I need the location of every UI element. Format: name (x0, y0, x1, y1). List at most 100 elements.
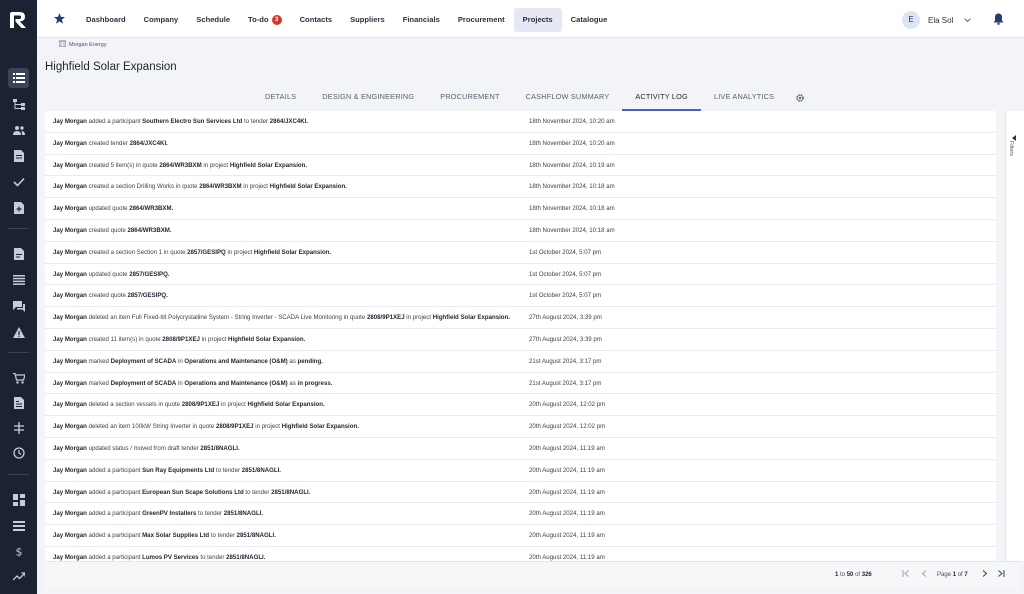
tab-live-analytics[interactable]: LIVE ANALYTICS (701, 85, 787, 111)
nav-label: Financials (402, 15, 440, 24)
tab-cashflow-summary[interactable]: CASHFLOW SUMMARY (513, 85, 623, 111)
log-message-highlight: Highfield Solar Expansion. (228, 336, 306, 343)
log-row: Jay Morgan created quote 2857/GESIPQ. 1st… (45, 285, 996, 308)
log-message-text: marked (86, 379, 111, 387)
sidebar-divider (8, 228, 29, 229)
log-message-highlight: Southern Electro Sun Services Ltd (142, 118, 243, 125)
nav-todo[interactable]: To-do 3 (239, 8, 291, 32)
log-message: Jay Morgan created quote 2857/GESIPQ. (53, 292, 513, 299)
nav-contacts[interactable]: Contacts (291, 8, 342, 32)
log-row: Jay Morgan created tender 2864/JXC4KI. 18… (45, 133, 996, 155)
gear-icon[interactable] (787, 85, 813, 111)
dollar-icon[interactable]: $ (8, 541, 29, 561)
filters-rail[interactable]: Filters (1005, 111, 1024, 561)
check-icon[interactable] (8, 172, 29, 192)
log-row: Jay Morgan deleted a section vessels in … (45, 394, 996, 417)
log-message-highlight: Jay Morgan (53, 423, 87, 431)
log-message-highlight: 2857/GESIPQ. (127, 292, 168, 300)
chat-icon[interactable] (8, 296, 29, 316)
star-icon[interactable] (54, 11, 65, 27)
file-icon[interactable] (8, 244, 29, 264)
log-timestamp: 1st October 2024, 5:07 pm (529, 292, 602, 300)
log-message-highlight: 2864/WR3BXM (199, 183, 242, 191)
people-icon[interactable] (8, 120, 29, 140)
trending-up-icon[interactable] (8, 566, 29, 586)
nav-projects[interactable]: Projects (513, 8, 562, 32)
page-title: Highfield Solar Expansion (45, 61, 177, 73)
adjust-icon[interactable] (8, 418, 29, 438)
breadcrumb-label: Morgan Energy (69, 41, 107, 48)
log-message-highlight: 2857/GESIPQ (187, 248, 226, 256)
nav-schedule[interactable]: Schedule (187, 8, 239, 32)
log-row: Jay Morgan deleted an item 100kW String … (45, 416, 996, 438)
tab-details[interactable]: DETAILS (252, 85, 309, 111)
log-message-highlight: Jay Morgan (53, 248, 87, 256)
log-message-highlight: Jay Morgan (53, 139, 87, 147)
log-message-highlight: Jay Morgan (53, 118, 87, 125)
nav-catalogue[interactable]: Catalogue (562, 8, 617, 32)
log-message-highlight: Jay Morgan (53, 314, 87, 322)
log-message-highlight: 2857/GESIPQ. (129, 270, 170, 278)
log-timestamp: 27th August 2024, 3:39 pm (529, 314, 602, 322)
list-icon[interactable] (8, 68, 29, 88)
filters-label[interactable]: Filters (1008, 141, 1014, 156)
log-row: Jay Morgan created a section Drilling Wo… (45, 176, 996, 199)
user-name: Ela Sol (928, 15, 954, 25)
tab-design-engineering[interactable]: DESIGN & ENGINEERING (309, 85, 427, 111)
range-of-word: of (855, 572, 861, 578)
log-timestamp: 20th August 2024, 11:19 am (529, 554, 605, 561)
warning-icon[interactable] (8, 322, 29, 342)
log-message: Jay Morgan added a participant European … (53, 489, 513, 496)
tab-procurement[interactable]: PROCUREMENT (427, 85, 512, 111)
nav-financials[interactable]: Financials (394, 8, 449, 32)
log-message-highlight: in progress. (297, 379, 333, 387)
user-menu[interactable]: E Ela Sol (902, 11, 972, 29)
total-pages: 7 (964, 572, 968, 578)
log-message-highlight: Sun Ray Equipments Ltd (142, 466, 215, 474)
add-document-icon[interactable] (8, 198, 29, 218)
clock-icon[interactable] (8, 443, 29, 463)
log-message-highlight: Deployment of SCADA (110, 357, 177, 365)
log-message-highlight: 2851/8NAGLI. (226, 554, 266, 561)
log-message-text: in project (199, 336, 229, 343)
log-message-text: marked (86, 357, 111, 365)
last-page-icon[interactable] (998, 570, 1005, 579)
log-message-highlight: Jay Morgan (53, 445, 87, 452)
nav-procurement[interactable]: Procurement (449, 8, 514, 32)
bell-icon[interactable] (993, 12, 1004, 30)
next-page-icon[interactable] (981, 570, 988, 579)
range-total: 326 (861, 572, 872, 578)
dashboard-icon[interactable] (8, 490, 29, 510)
table-list-icon[interactable] (8, 516, 29, 536)
document-icon[interactable] (8, 146, 29, 166)
log-message-highlight: Operations and Maintenance (O&M) (184, 379, 288, 387)
tab-activity-log[interactable]: ACTIVITY LOG (622, 85, 701, 111)
log-row: Jay Morgan added a participant European … (45, 482, 996, 504)
first-page-icon[interactable] (902, 570, 909, 579)
log-message-text: created a section Section 1 in quote (86, 248, 188, 256)
nav-suppliers[interactable]: Suppliers (341, 8, 394, 32)
prev-page-icon[interactable] (921, 570, 928, 579)
log-message-highlight: Highfield Solar Expansion. (269, 183, 347, 191)
nav-label: Catalogue (570, 15, 608, 24)
log-message-highlight: Jay Morgan (53, 357, 87, 365)
log-timestamp: 20th August 2024, 11:19 am (529, 510, 605, 518)
log-message-text: created quote (86, 227, 128, 234)
log-message-text: created 5 item(s) in quote (86, 161, 160, 169)
breadcrumb[interactable]: Morgan Energy (58, 40, 107, 49)
log-row: Jay Morgan marked Deployment of SCADA in… (45, 373, 996, 395)
invoice-icon[interactable] (8, 393, 29, 413)
log-message-text: to tender (196, 510, 224, 518)
nav-company[interactable]: Company (135, 8, 188, 32)
log-message-highlight: Jay Morgan (53, 466, 87, 474)
log-row: Jay Morgan added a participant Max Solar… (45, 525, 996, 547)
log-message-highlight: Deployment of SCADA (110, 379, 177, 387)
lines-icon[interactable] (8, 270, 29, 290)
nav-dashboard[interactable]: Dashboard (77, 8, 135, 32)
hierarchy-icon[interactable] (8, 94, 29, 114)
log-row: Jay Morgan updated status / moved from d… (45, 438, 996, 460)
pagination-range: 1 to 50 of 326 (835, 572, 872, 578)
app-logo[interactable] (6, 8, 30, 32)
cart-icon[interactable] (8, 368, 29, 388)
log-message-highlight: 2851/8NAGLI. (223, 510, 264, 518)
